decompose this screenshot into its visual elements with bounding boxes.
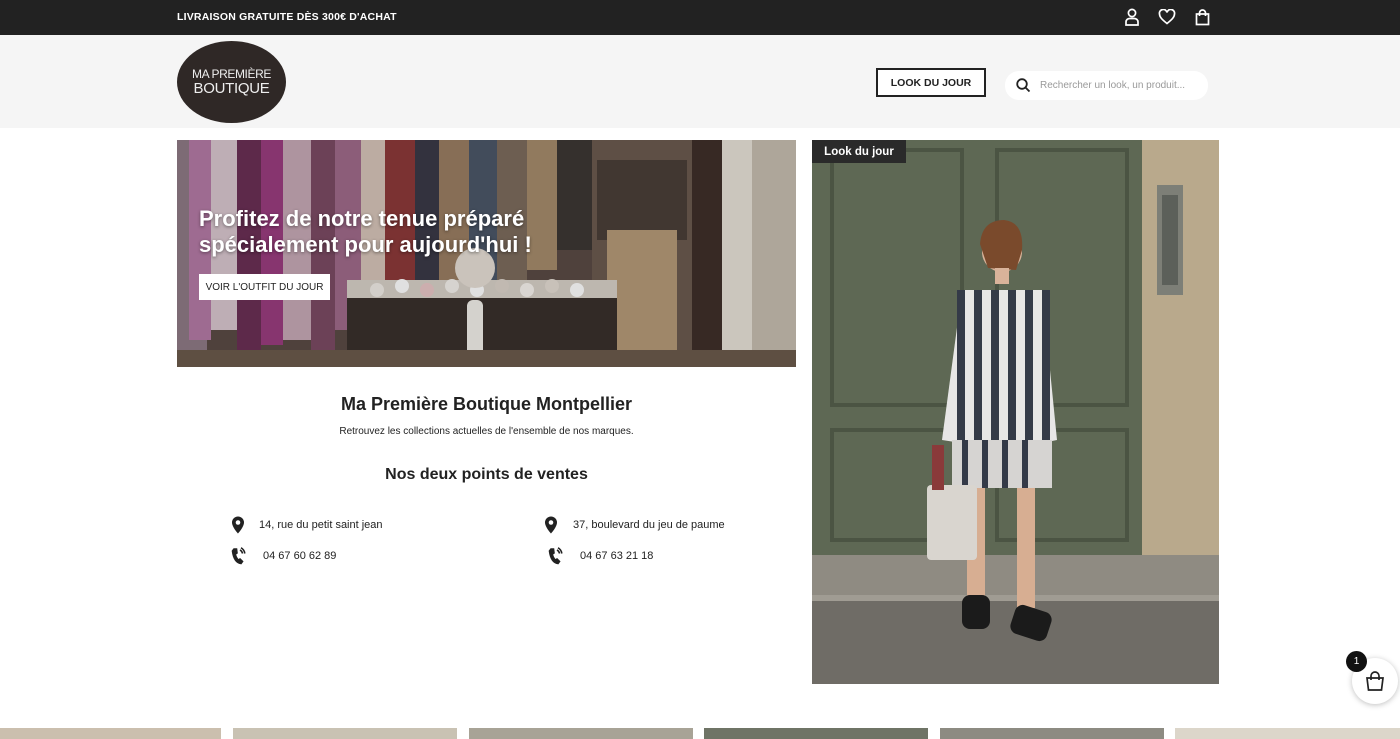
boutique-logo[interactable]: MA PREMIÈRE BOUTIQUE [177,41,286,123]
announcement-text: LIVRAISON GRATUITE DÈS 300€ D'ACHAT [177,11,397,23]
product-thumbnail[interactable] [233,728,457,739]
voir-outfit-button[interactable]: VOIR L'OUTFIT DU JOUR [199,274,330,300]
store-subtitle: Retrouvez les collections actuelles de l… [339,426,634,437]
product-thumbnail[interactable] [704,728,928,739]
look-du-jour-image[interactable] [812,140,1219,684]
hero-banner[interactable]: Profitez de notre tenue préparé spéciale… [177,140,796,367]
phone-2[interactable]: 04 67 63 21 18 [580,550,653,562]
phone-icon [231,547,246,565]
logo-line2: BOUTIQUE [193,80,270,97]
shopping-basket-icon [1366,671,1384,691]
location-pin-icon [232,516,244,534]
location-pin-icon [545,516,557,534]
search-input[interactable] [1040,76,1200,95]
outfit-photo [812,140,1219,684]
product-thumbnail[interactable] [469,728,693,739]
hero-title: Profitez de notre tenue préparé spéciale… [199,206,532,257]
heart-icon[interactable] [1156,6,1178,28]
phone-1[interactable]: 04 67 60 62 89 [263,550,336,562]
phone-icon [548,547,563,565]
site-header: MA PREMIÈRE BOUTIQUE LOOK DU JOUR [0,35,1400,128]
product-thumbnail[interactable] [940,728,1164,739]
product-thumbnail[interactable] [1175,728,1400,739]
announcement-bar: LIVRAISON GRATUITE DÈS 300€ D'ACHAT [0,0,1400,35]
user-icon[interactable] [1121,6,1143,28]
address-1: 14, rue du petit saint jean [259,519,383,531]
address-2: 37, boulevard du jeu de paume [573,519,725,531]
store-title: Ma Première Boutique Montpellier [340,394,633,414]
product-thumbnail[interactable] [0,728,221,739]
sales-points-title: Nos deux points de ventes [385,466,588,483]
search-box[interactable] [1005,71,1208,100]
search-icon [1016,78,1031,93]
bag-icon[interactable] [1191,6,1213,28]
look-du-jour-button[interactable]: LOOK DU JOUR [876,68,986,97]
look-du-jour-badge: Look du jour [812,140,906,163]
cart-count-badge: 1 [1346,651,1367,672]
